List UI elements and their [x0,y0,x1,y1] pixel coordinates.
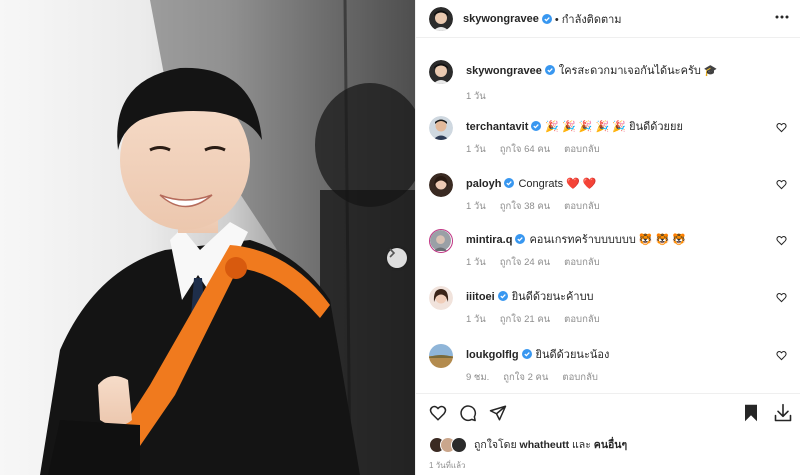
liked-by-and: และ [572,439,591,451]
author-avatar[interactable] [429,6,453,31]
caption-time[interactable]: 1 วัน [466,89,486,104]
graduate-portrait-illustration [0,0,415,475]
comment-button[interactable] [459,404,477,425]
verified-badge-icon [497,291,508,301]
author-username[interactable]: skywongravee [463,13,539,25]
comment-meta: 9 ชม. ถูกใจ 2 คน ตอบกลับ [466,370,598,385]
commenter-avatar[interactable] [429,116,453,140]
post-actions-bar: ถูกใจโดย whatheutt และ คนอื่นๆ [416,393,800,475]
comment-body: loukgolflg ยินดีด้วยนะน้อง [466,348,766,362]
heart-outline-icon[interactable] [776,122,787,133]
save-button[interactable] [743,404,759,425]
following-status[interactable]: • กำลังติดตาม [555,10,622,28]
comment-username[interactable]: paloyh [466,178,501,190]
carousel-next-button[interactable] [387,248,407,268]
comment-body: terchantavit 🎉 🎉 🎉 🎉 🎉 ยินดีด้วยยย [466,120,766,134]
comment-likes-count[interactable]: ถูกใจ 38 คน [500,199,550,214]
send-icon [489,405,507,421]
comment-meta: 1 วัน ถูกใจ 38 คน ตอบกลับ [466,199,600,214]
heart-outline-icon[interactable] [776,292,787,303]
comment-body: iiitoei ยินดีด้วยนะค้าบบ [466,290,766,304]
verified-badge-icon [515,234,526,244]
comment-body: paloyh Congrats ❤️ ❤️ [466,177,766,191]
share-button[interactable] [489,404,507,425]
commenter-avatar[interactable] [429,344,453,368]
comment-likes-count[interactable]: ถูกใจ 24 คน [500,255,550,270]
instagram-post-view: skywongravee • กำลังติดตาม skywongravee ใ… [0,0,800,475]
comment-likes-count[interactable]: ถูกใจ 64 คน [500,142,550,157]
caption-body: skywongravee ใครสะดวกมาเจอกันได้นะครับ 🎓 [466,64,766,78]
header-user: skywongravee • กำลังติดตาม [463,10,622,28]
liked-by-user[interactable]: whatheutt [520,439,570,451]
comment-bubble-icon [460,405,477,422]
heart-icon [429,405,447,421]
commenter-avatar[interactable] [429,173,453,197]
reply-button[interactable]: ตอบกลับ [564,142,600,157]
comment-likes-count[interactable]: ถูกใจ 2 คน [503,370,548,385]
post-header: skywongravee • กำลังติดตาม [416,0,800,38]
verified-badge-icon [541,13,552,24]
comment-meta: 1 วัน ถูกใจ 24 คน ตอบกลับ [466,255,600,270]
post-timestamp[interactable]: 1 วันที่แล้ว [429,459,465,472]
reply-button[interactable]: ตอบกลับ [562,370,598,385]
verified-badge-icon [521,349,532,359]
verified-badge-icon [544,65,555,75]
comment-meta: 1 วัน ถูกใจ 64 คน ตอบกลับ [466,142,600,157]
reply-button[interactable]: ตอบกลับ [564,199,600,214]
comments-list[interactable]: skywongravee ใครสะดวกมาเจอกันได้นะครับ 🎓 … [416,38,800,393]
chevron-right-icon [389,248,396,258]
caption-author-avatar[interactable] [429,60,453,84]
comment-username[interactable]: loukgolflg [466,349,519,361]
caption-meta: 1 วัน [466,89,486,104]
post-photo[interactable] [0,0,415,475]
caption-text: ใครสะดวกมาเจอกันได้นะครับ 🎓 [558,65,718,77]
comment-time[interactable]: 1 วัน [466,199,486,214]
comment-username[interactable]: iiitoei [466,291,495,303]
download-button[interactable] [773,403,793,426]
liked-by-others[interactable]: คนอื่นๆ [594,436,627,453]
comment-meta: 1 วัน ถูกใจ 21 คน ตอบกลับ [466,312,600,327]
comment-time[interactable]: 9 ชม. [466,370,489,385]
commenter-avatar[interactable] [429,229,453,253]
like-button[interactable] [429,404,447,425]
heart-outline-icon[interactable] [776,350,787,361]
heart-outline-icon[interactable] [776,179,787,190]
caption-username[interactable]: skywongravee [466,65,542,77]
more-dots-icon [775,15,789,19]
reply-button[interactable]: ตอบกลับ [564,312,600,327]
comment-time[interactable]: 1 วัน [466,142,486,157]
post-details-panel: skywongravee • กำลังติดตาม skywongravee ใ… [415,0,800,475]
comment-username[interactable]: mintira.q [466,234,512,246]
reply-button[interactable]: ตอบกลับ [564,255,600,270]
primary-actions [429,404,507,425]
comment-likes-count[interactable]: ถูกใจ 21 คน [500,312,550,327]
verified-badge-icon [531,121,542,131]
likes-summary: ถูกใจโดย whatheutt และ คนอื่นๆ [429,436,627,453]
comment-time[interactable]: 1 วัน [466,255,486,270]
commenter-avatar[interactable] [429,286,453,310]
heart-outline-icon[interactable] [776,235,787,246]
comment-body: mintira.q คอนเกรทคร้าบบบบบบ 🐯 🐯 🐯 [466,233,766,247]
bookmark-icon [745,404,757,422]
verified-badge-icon [504,178,515,188]
download-icon [774,403,792,422]
more-options-button[interactable] [775,10,789,27]
comment-text: 🎉 🎉 🎉 🎉 🎉 ยินดีด้วยยย [545,121,683,133]
comment-username[interactable]: terchantavit [466,121,528,133]
comment-text: คอนเกรทคร้าบบบบบบ 🐯 🐯 🐯 [529,234,687,246]
comment-text: Congrats ❤️ ❤️ [518,178,597,190]
comment-text: ยินดีด้วยนะค้าบบ [511,291,594,303]
liked-by-label: ถูกใจโดย [474,439,517,451]
comment-text: ยินดีด้วยนะน้อง [535,349,610,361]
comment-time[interactable]: 1 วัน [466,312,486,327]
liker-avatars[interactable] [429,436,471,453]
